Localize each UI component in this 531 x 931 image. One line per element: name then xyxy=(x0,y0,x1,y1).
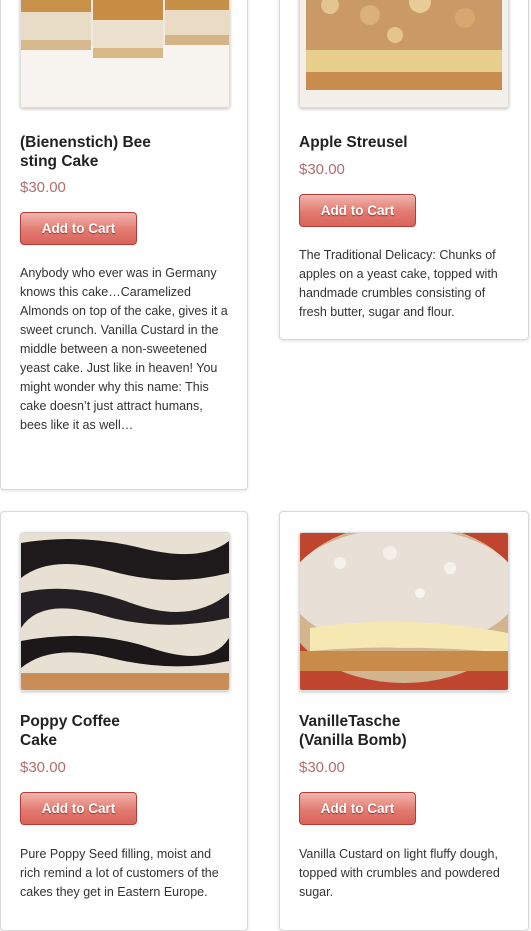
product-title-vanilletasche[interactable]: VanilleTasche (Vanilla Bomb) xyxy=(299,712,449,750)
product-image-apple-streusel[interactable] xyxy=(299,0,509,108)
product-price: $30.00 xyxy=(20,179,66,196)
product-title-bienenstich[interactable]: (Bienenstich) Bee sting Cake xyxy=(20,133,170,171)
title-line-1: Apple Streusel xyxy=(299,134,408,151)
product-card-poppy-coffee-cake: Poppy Coffee Cake $30.00 Add to Cart Pur… xyxy=(0,511,248,931)
title-line-1: Poppy Coffee xyxy=(20,713,120,730)
add-to-cart-button[interactable]: Add to Cart xyxy=(299,194,416,227)
product-description: The Traditional Delicacy: Chunks of appl… xyxy=(299,248,498,319)
title-line-1: (Bienenstich) Bee xyxy=(20,134,151,151)
product-card-bienenstich: (Bienenstich) Bee sting Cake $30.00 Add … xyxy=(0,0,248,490)
title-line-2: sting Cake xyxy=(20,153,99,170)
product-title-apple-streusel[interactable]: Apple Streusel xyxy=(299,133,449,152)
product-title-poppy-coffee-cake[interactable]: Poppy Coffee Cake xyxy=(20,712,170,750)
product-image-bienenstich[interactable] xyxy=(20,0,230,108)
product-description: Vanilla Custard on light fluffy dough, t… xyxy=(299,847,500,899)
title-line-2: Cake xyxy=(20,732,58,749)
title-line-2: (Vanilla Bomb) xyxy=(299,732,407,749)
product-card-vanilletasche: VanilleTasche (Vanilla Bomb) $30.00 Add … xyxy=(279,511,529,931)
product-price: $30.00 xyxy=(299,161,345,178)
product-price: $30.00 xyxy=(20,759,66,776)
product-card-apple-streusel: Apple Streusel $30.00 Add to Cart The Tr… xyxy=(279,0,529,340)
title-line-1: VanilleTasche xyxy=(299,713,401,730)
add-to-cart-button[interactable]: Add to Cart xyxy=(299,792,416,825)
product-description: Anybody who ever was in Germany knows th… xyxy=(20,266,228,432)
product-image-poppy-coffee-cake[interactable] xyxy=(20,532,230,691)
product-description: Pure Poppy Seed filling, moist and rich … xyxy=(20,847,219,899)
add-to-cart-button[interactable]: Add to Cart xyxy=(20,792,137,825)
product-image-vanilletasche[interactable] xyxy=(299,532,509,691)
product-price: $30.00 xyxy=(299,759,345,776)
add-to-cart-button[interactable]: Add to Cart xyxy=(20,212,137,245)
